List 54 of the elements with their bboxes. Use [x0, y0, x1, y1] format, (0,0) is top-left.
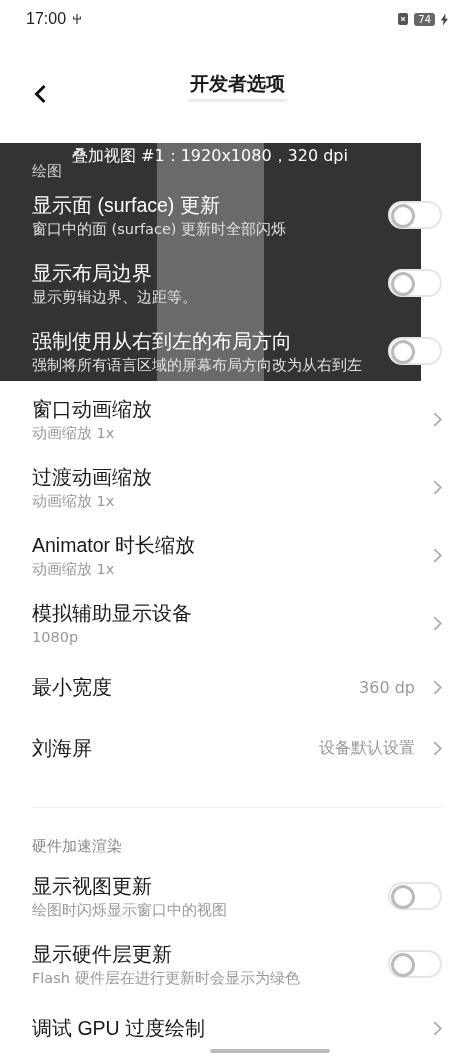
item-title: 窗口动画缩放 — [32, 396, 153, 422]
item-title: 显示面 (surface) 更新 — [32, 192, 221, 218]
item-title: Animator 时长缩放 — [32, 532, 197, 558]
item-title: 模拟辅助显示设备 — [32, 600, 193, 626]
item-subtitle: 动画缩放 1x — [32, 423, 116, 443]
toggle-switch[interactable] — [388, 950, 442, 978]
settings-item[interactable]: 过渡动画缩放 动画缩放 1x — [0, 453, 474, 521]
item-subtitle: 绘图时闪烁显示窗口中的视图 — [32, 900, 228, 920]
item-title: 显示布局边界 — [32, 260, 153, 286]
section-header: 硬件加速渲染 — [32, 836, 122, 857]
chevron-icon — [433, 615, 442, 631]
item-subtitle: Flash 硬件层在进行更新时会显示为绿色 — [32, 968, 301, 988]
back-icon — [34, 84, 47, 104]
chevron-icon — [433, 1021, 442, 1036]
item-title: 最小宽度 — [32, 675, 113, 700]
sim-icon — [398, 13, 409, 25]
chevron-icon — [433, 479, 442, 495]
item-title: 调试 GPU 过度绘制 — [32, 1016, 207, 1041]
toggle-switch[interactable] — [388, 269, 442, 297]
item-subtitle: 窗口中的面 (surface) 更新时全部闪烁 — [32, 219, 288, 239]
item-subtitle: 显示剪辑边界、边距等。 — [32, 287, 198, 307]
item-title: 显示硬件层更新 — [32, 941, 173, 967]
status-time: 17:00 — [26, 10, 67, 28]
toggle-switch[interactable] — [388, 201, 442, 229]
settings-item[interactable]: 模拟辅助显示设备 1080p — [0, 589, 474, 657]
settings-item[interactable]: 刘海屏 设备默认设置 — [0, 718, 474, 779]
item-subtitle: 1080p — [32, 627, 80, 647]
toggle-switch[interactable] — [388, 337, 442, 365]
item-value: 360 dp — [359, 678, 415, 697]
item-title: 强制使用从右到左的布局方向 — [32, 328, 293, 354]
settings-item[interactable]: Animator 时长缩放 动画缩放 1x — [0, 521, 474, 589]
settings-item[interactable]: 最小宽度 360 dp — [0, 657, 474, 718]
chevron-icon — [433, 411, 442, 427]
item-title: 过渡动画缩放 — [32, 464, 153, 490]
item-title: 显示视图更新 — [32, 873, 153, 899]
toggle-switch[interactable] — [388, 882, 442, 910]
settings-item[interactable]: 显示硬件层更新 Flash 硬件层在进行更新时会显示为绿色 — [0, 930, 474, 998]
chevron-icon — [433, 680, 442, 695]
chevron-icon — [433, 547, 442, 563]
battery-level: 74 — [414, 12, 435, 26]
overlay-label: 叠加视图 #1：1920x1080，320 dpi — [72, 146, 348, 165]
settings-item[interactable]: 调试 GPU 过度绘制 — [0, 998, 474, 1053]
chevron-icon — [433, 741, 442, 756]
item-subtitle: 动画缩放 1x — [32, 491, 116, 511]
item-subtitle: 强制将所有语言区域的屏幕布局方向改为从右到左 — [32, 355, 363, 375]
settings-item[interactable]: 显示视图更新 绘图时闪烁显示窗口中的视图 — [0, 862, 474, 930]
page-title: 开发者选项 — [187, 70, 287, 102]
section-header: 绘图 — [32, 161, 62, 181]
item-title: 刘海屏 — [32, 736, 93, 761]
item-value: 设备默认设置 — [319, 738, 415, 759]
usb-icon — [72, 13, 83, 25]
charging-icon — [441, 12, 448, 26]
settings-item[interactable]: 窗口动画缩放 动画缩放 1x — [0, 385, 474, 453]
item-subtitle: 动画缩放 1x — [32, 559, 116, 579]
